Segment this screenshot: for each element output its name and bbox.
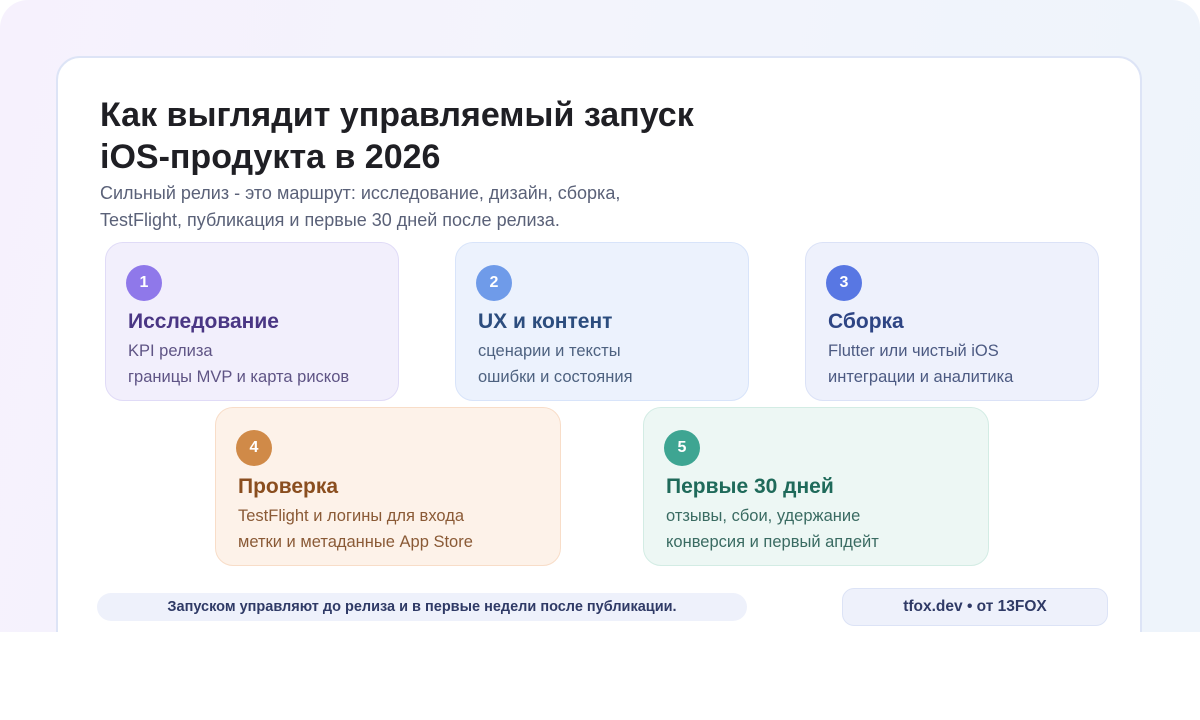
background-panel: Как выглядит управляемый запуск iOS-прод…: [0, 0, 1200, 632]
page-title: Как выглядит управляемый запуск iOS-прод…: [100, 94, 900, 178]
step-card-first-30-days: 5 Первые 30 дней отзывы, сбои, удержание…: [643, 407, 989, 566]
subtitle-line-2: TestFlight, публикация и первые 30 дней …: [100, 210, 560, 230]
footer-note: Запуском управляют до релиза и в первые …: [97, 593, 747, 621]
brand-badge[interactable]: tfox.dev • от 13FOX: [842, 588, 1108, 626]
step-detail-line: Flutter или чистый iOS: [828, 342, 999, 360]
step-card-ux-content: 2 UX и контент сценарии и тексты ошибки …: [455, 242, 749, 401]
title-line-2: iOS-продукта в 2026: [100, 138, 441, 176]
step-number-badge: 5: [664, 430, 700, 466]
step-title: Первые 30 дней: [666, 475, 834, 498]
step-number-badge: 3: [826, 265, 862, 301]
step-detail-line: метки и метаданные App Store: [238, 533, 473, 551]
step-detail-line: сценарии и тексты: [478, 342, 621, 360]
infographic-card: Как выглядит управляемый запуск iOS-прод…: [56, 56, 1142, 632]
step-number-badge: 1: [126, 265, 162, 301]
step-detail-line: отзывы, сбои, удержание: [666, 507, 861, 525]
page-subtitle: Сильный релиз - это маршрут: исследовани…: [100, 180, 900, 234]
step-card-verification: 4 Проверка TestFlight и логины для входа…: [215, 407, 561, 566]
step-number-badge: 2: [476, 265, 512, 301]
title-line-1: Как выглядит управляемый запуск: [100, 96, 694, 134]
step-title: Проверка: [238, 475, 339, 498]
step-detail-line: TestFlight и логины для входа: [238, 507, 464, 525]
step-detail-line: конверсия и первый апдейт: [666, 533, 879, 551]
step-title: Сборка: [828, 310, 904, 333]
step-title: Исследование: [128, 310, 279, 333]
step-detail-line: KPI релиза: [128, 342, 213, 360]
step-number-badge: 4: [236, 430, 272, 466]
step-detail-line: границы MVP и карта рисков: [128, 368, 350, 386]
step-detail-line: интеграции и аналитика: [828, 368, 1014, 386]
step-title: UX и контент: [478, 310, 613, 333]
step-card-build: 3 Сборка Flutter или чистый iOS интеграц…: [805, 242, 1099, 401]
subtitle-line-1: Сильный релиз - это маршрут: исследовани…: [100, 183, 621, 203]
step-detail-line: ошибки и состояния: [478, 368, 633, 386]
step-card-research: 1 Исследование KPI релиза границы MVP и …: [105, 242, 399, 401]
